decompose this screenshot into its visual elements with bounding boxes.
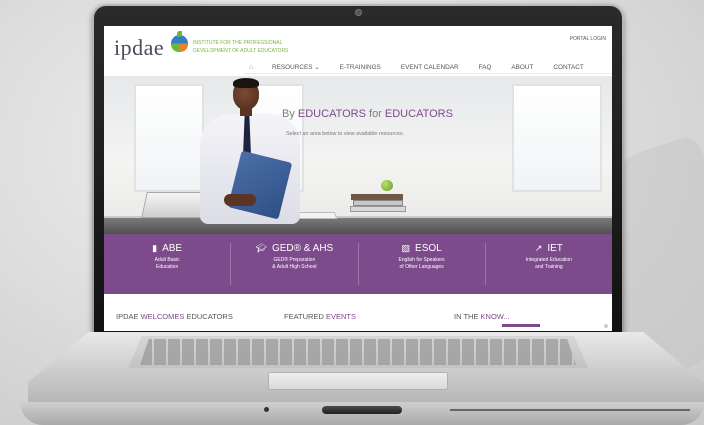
welcome-heading-post: EDUCATORS [184, 312, 233, 321]
featured-events-heading: FEATURED EVENTS [284, 312, 356, 321]
nav-contact[interactable]: CONTACT [553, 64, 583, 71]
area-iet-desc: Integrated Education and Training [526, 257, 572, 271]
in-the-know-heading: IN THE KNOW... [454, 312, 510, 321]
area-ged-label: GED® & AHS [271, 243, 334, 254]
nav-resources[interactable]: RESOURCES ⌄ [272, 63, 320, 71]
area-esol-title[interactable]: ▧ ESOL [402, 243, 442, 254]
book-stack-image [350, 206, 406, 212]
tagline-line-2: DEVELOPMENT OF ADULT EDUCATORS [193, 48, 289, 54]
in-the-know-tab-indicator [502, 324, 540, 327]
nav-faq[interactable]: FAQ [479, 64, 492, 71]
main-nav: ⌂ RESOURCES ⌄ E-TRAININGS EVENT CALENDAR… [244, 61, 604, 73]
featured-events-pre: FEATURED [284, 312, 326, 321]
area-iet-desc-1: Integrated Education [525, 257, 572, 263]
area-ged-desc-1: GED® Preparation [273, 257, 316, 263]
educator-photo [224, 194, 256, 206]
logo-tagline: INSTITUTE FOR THE PROFESSIONAL DEVELOPME… [193, 39, 313, 55]
area-abe-desc-2: Education [155, 264, 179, 270]
hero-subtitle: Select an area below to view available r… [286, 131, 405, 137]
book-stack-image [353, 200, 403, 206]
trackpad [268, 372, 448, 390]
laptop-front-groove [450, 409, 690, 411]
apple-logo-icon[interactable] [171, 31, 188, 52]
webcam-icon [356, 10, 361, 15]
language-icon: ▧ [401, 243, 411, 253]
area-abe-label: ABE [162, 243, 183, 254]
power-light-icon [264, 407, 269, 412]
area-abe-title[interactable]: ▮ ABE [152, 243, 182, 254]
book-stack-image [351, 194, 403, 200]
nav-divider [244, 73, 612, 74]
area-ged-desc: GED® Preparation & Adult High School [272, 257, 316, 271]
laptop-latch [322, 406, 402, 414]
hero-banner: By EDUCATORS for EDUCATORS Select an are… [104, 76, 612, 234]
welcome-heading: IPDAE WELCOMES EDUCATORS [116, 312, 233, 321]
area-esol-label: ESOL [415, 243, 442, 254]
area-iet[interactable]: ↗ IET Integrated Education and Training [486, 243, 612, 285]
educator-photo [233, 78, 259, 88]
keyboard-keys [140, 339, 576, 365]
hero-window [134, 84, 204, 192]
desk [104, 218, 612, 234]
hero-tagline-educators-1: EDUCATORS [297, 108, 366, 120]
hero-tagline-pre: By [282, 108, 298, 120]
area-iet-desc-2: and Training [535, 264, 563, 270]
area-esol-desc: English for Speakers of Other Languages [399, 257, 445, 271]
apple-image [381, 180, 393, 191]
nav-about[interactable]: ABOUT [511, 64, 533, 71]
area-iet-label: IET [547, 243, 563, 254]
area-ged-title[interactable]: 🎓︎ GED® & AHS [256, 243, 334, 254]
book-icon: ▮ [152, 243, 158, 253]
area-esol-desc-2: of Other Languages [399, 264, 444, 270]
portal-login-link[interactable]: PORTAL LOGIN [570, 36, 606, 42]
resource-areas-bar: ▮ ABE Adult Basic Education 🎓︎ GED® & AH… [104, 234, 612, 294]
hero-tagline-educators-2: EDUCATORS [384, 108, 453, 120]
hero-window [512, 84, 602, 192]
in-the-know-pre: IN THE [454, 312, 481, 321]
hero-tagline-mid: for [365, 108, 385, 120]
area-esol[interactable]: ▧ ESOL English for Speakers of Other Lan… [359, 243, 486, 285]
home-icon[interactable]: ⌂ [244, 61, 258, 73]
graduation-cap-icon: 🎓︎ [255, 243, 267, 253]
area-ged-desc-2: & Adult High School [272, 264, 317, 270]
welcome-heading-accent: WELCOMES [140, 312, 185, 321]
area-iet-title[interactable]: ↗ IET [535, 243, 563, 254]
area-abe-desc: Adult Basic Education [155, 257, 180, 271]
tagline-line-1: INSTITUTE FOR THE PROFESSIONAL [193, 40, 283, 46]
area-esol-desc-1: English for Speakers [398, 257, 445, 263]
scroll-indicator[interactable] [604, 324, 608, 328]
area-abe-desc-1: Adult Basic [154, 257, 180, 263]
site-logo[interactable]: ipdae [114, 35, 164, 61]
site-header: ipdae INSTITUTE FOR THE PROFESSIONAL DEV… [104, 26, 612, 76]
area-abe[interactable]: ▮ ABE Adult Basic Education [104, 243, 232, 285]
featured-events-accent: EVENTS [325, 312, 356, 321]
laptop-screen: ipdae INSTITUTE FOR THE PROFESSIONAL DEV… [104, 26, 612, 331]
nav-event-calendar[interactable]: EVENT CALENDAR [401, 64, 459, 71]
in-the-know-accent: KNOW... [480, 312, 510, 321]
welcome-heading-pre: IPDAE [116, 312, 141, 321]
welcome-section: IPDAE WELCOMES EDUCATORS FEATURED EVENTS… [104, 294, 612, 331]
hero-tagline: By EDUCATORS for EDUCATORS [282, 108, 453, 120]
nav-e-trainings[interactable]: E-TRAININGS [340, 64, 381, 71]
area-ged-ahs[interactable]: 🎓︎ GED® & AHS GED® Preparation & Adult H… [231, 243, 359, 285]
external-link-icon: ↗ [534, 243, 543, 253]
